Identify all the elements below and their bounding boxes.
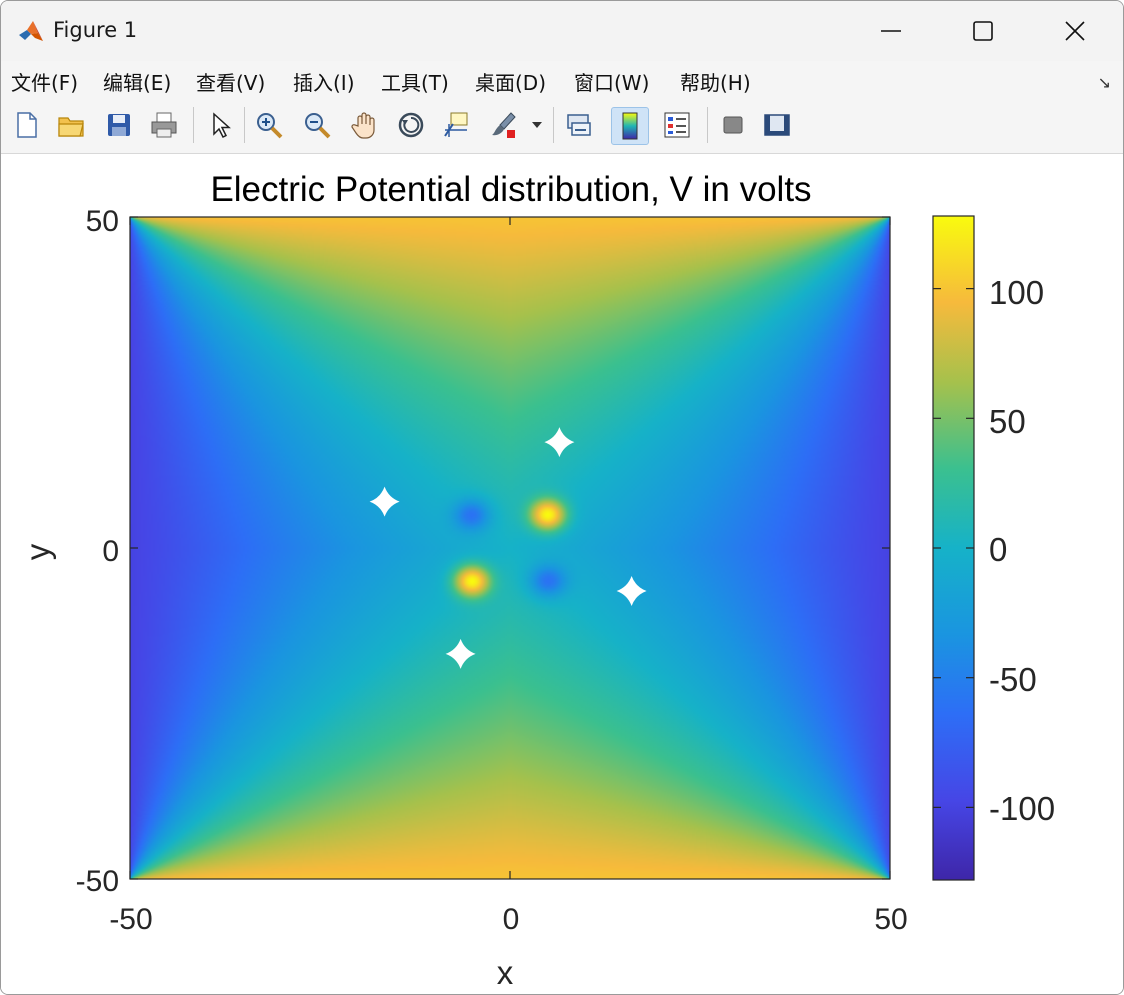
y-tick-label: -50 <box>76 865 119 898</box>
open-button[interactable] <box>53 107 89 143</box>
brush-icon <box>492 112 516 138</box>
toolbar-separator <box>244 107 245 143</box>
toolbar-separator <box>193 107 194 143</box>
open-icon <box>58 117 84 137</box>
y-tick-label: 50 <box>86 205 119 238</box>
zoom-out-button[interactable] <box>299 107 335 143</box>
menu-window[interactable]: 窗口(W) <box>574 67 649 96</box>
toolbar-separator <box>553 107 554 143</box>
print-button[interactable] <box>146 107 182 143</box>
rotate-3d-button[interactable] <box>393 107 429 143</box>
chart-title: Electric Potential distribution, V in vo… <box>210 170 811 209</box>
plot-canvas: Electric Potential distribution, V in vo… <box>19 170 1055 991</box>
menu-help[interactable]: 帮助(H) <box>680 67 751 96</box>
colorbar: 100 50 0 -50 -100 <box>932 215 1055 881</box>
menu-insert[interactable]: 插入(I) <box>293 67 355 96</box>
print-icon <box>151 112 177 138</box>
new-figure-icon <box>17 112 37 138</box>
colorbar-tick-label: 0 <box>989 531 1007 568</box>
data-cursor-button[interactable] <box>438 107 474 143</box>
hide-plot-tools-button[interactable] <box>715 107 751 143</box>
heatmap-plot <box>130 217 890 879</box>
x-tick-label: 0 <box>503 903 520 936</box>
zoom-in-button[interactable] <box>251 107 287 143</box>
pan-icon <box>351 112 375 139</box>
figure-window: Figure 1 文件(F) 编辑(E) 查看(V) 插入(I) 工具(T) 桌… <box>0 0 1124 995</box>
zoom-in-icon <box>257 113 283 139</box>
menu-file[interactable]: 文件(F) <box>11 67 78 96</box>
maximize-button[interactable] <box>937 1 1029 61</box>
close-button[interactable] <box>1029 1 1121 61</box>
data-cursor-icon <box>444 112 468 137</box>
y-tick-label: 0 <box>102 535 119 568</box>
colorbar-tick-label: 50 <box>989 403 1026 440</box>
toolbar-separator <box>707 107 708 143</box>
title-bar: Figure 1 <box>1 1 1123 61</box>
menu-tools[interactable]: 工具(T) <box>381 67 449 96</box>
maximize-icon <box>973 21 993 41</box>
zoom-out-icon <box>305 113 331 139</box>
colorbar-tick-label: -50 <box>989 661 1037 698</box>
menu-edit[interactable]: 编辑(E) <box>103 67 171 96</box>
legend-button[interactable] <box>659 107 695 143</box>
save-icon <box>108 114 130 136</box>
legend-icon <box>664 112 690 138</box>
x-tick-label: -50 <box>109 903 152 936</box>
pointer-icon <box>213 112 231 139</box>
figure-area: Electric Potential distribution, V in vo… <box>1 154 1123 994</box>
menu-bar: 文件(F) 编辑(E) 查看(V) 插入(I) 工具(T) 桌面(D) 窗口(W… <box>1 61 1123 99</box>
close-icon <box>1065 21 1085 41</box>
pan-button[interactable] <box>347 107 383 143</box>
window-title: Figure 1 <box>53 18 138 42</box>
rotate-3d-icon <box>398 112 424 138</box>
show-plot-tools-button[interactable] <box>759 107 795 143</box>
x-tick-label: 50 <box>874 903 907 936</box>
show-plot-tools-icon <box>764 114 790 136</box>
y-axis-label: y <box>19 543 56 560</box>
brush-dropdown-icon <box>532 122 542 128</box>
link-plot-button[interactable] <box>561 107 597 143</box>
dock-arrow-icon[interactable]: ↘ <box>1098 73 1111 92</box>
menu-desktop[interactable]: 桌面(D) <box>475 67 546 96</box>
colorbar-tick-label: 100 <box>989 274 1044 311</box>
minimize-icon <box>881 30 901 32</box>
menu-view[interactable]: 查看(V) <box>196 67 265 96</box>
potential-heatmap-image <box>130 217 890 879</box>
brush-dropdown-button[interactable] <box>528 107 546 143</box>
link-plot-icon <box>567 114 591 136</box>
hide-plot-tools-icon <box>723 116 743 134</box>
save-button[interactable] <box>101 107 137 143</box>
brush-button[interactable] <box>486 107 522 143</box>
minimize-button[interactable] <box>845 1 937 61</box>
x-axis-label: x <box>497 954 514 991</box>
colorbar-icon <box>622 112 638 140</box>
pointer-button[interactable] <box>201 107 237 143</box>
colorbar-tick-label: -100 <box>989 790 1055 827</box>
figure-toolbar <box>1 99 1123 154</box>
new-figure-button[interactable] <box>9 107 45 143</box>
matlab-logo-icon <box>19 21 43 41</box>
colorbar-button[interactable] <box>611 107 649 145</box>
